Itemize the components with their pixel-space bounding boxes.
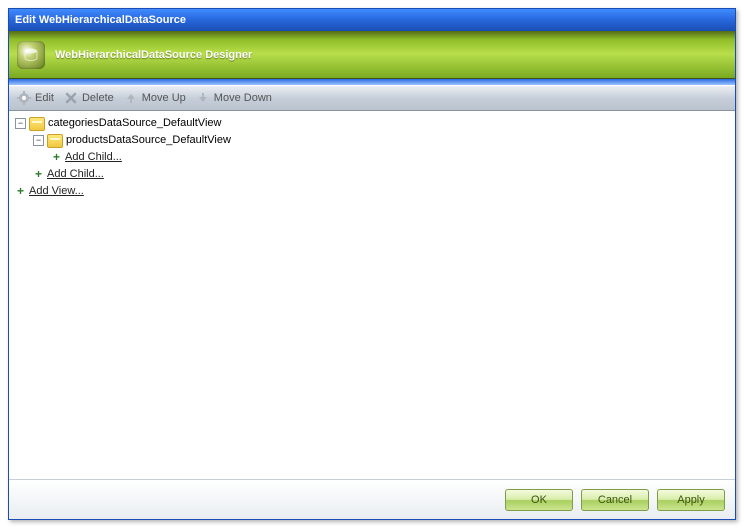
plus-icon: + <box>15 186 26 197</box>
datasource-icon <box>29 117 45 131</box>
tree-node-add-child[interactable]: + Add Child... <box>33 166 735 183</box>
edit-label: Edit <box>35 92 54 104</box>
banner-title: WebHierarchicalDataSource Designer <box>55 49 252 61</box>
datasource-banner-icon <box>17 41 45 69</box>
add-child-link[interactable]: Add Child... <box>47 166 104 183</box>
dialog-window: Edit WebHierarchicalDataSource WebHierar… <box>8 8 736 520</box>
expander-minus-icon[interactable]: − <box>15 118 26 129</box>
gear-icon <box>17 91 31 105</box>
node-label: productsDataSource_DefaultView <box>66 132 231 149</box>
move-up-label: Move Up <box>142 92 186 104</box>
delete-label: Delete <box>82 92 114 104</box>
arrow-up-icon <box>124 91 138 105</box>
node-label: categoriesDataSource_DefaultView <box>48 115 221 132</box>
delete-x-icon <box>64 91 78 105</box>
title-text: Edit WebHierarchicalDataSource <box>15 14 186 26</box>
plus-icon: + <box>33 169 44 180</box>
title-bar[interactable]: Edit WebHierarchicalDataSource <box>9 9 735 31</box>
apply-button[interactable]: Apply <box>657 489 725 511</box>
plus-icon: + <box>51 152 62 163</box>
dialog-footer: OK Cancel Apply <box>9 479 735 519</box>
tree-node-categories[interactable]: − categoriesDataSource_DefaultView − pro… <box>15 115 735 183</box>
move-down-button[interactable]: Move Down <box>196 91 272 105</box>
cancel-button[interactable]: Cancel <box>581 489 649 511</box>
edit-button[interactable]: Edit <box>17 91 54 105</box>
arrow-down-icon <box>196 91 210 105</box>
tree-panel: − categoriesDataSource_DefaultView − pro… <box>9 111 735 479</box>
tree-node-add-child[interactable]: + Add Child... <box>51 149 735 166</box>
datasource-icon <box>47 134 63 148</box>
expander-minus-icon[interactable]: − <box>33 135 44 146</box>
toolbar: Edit Delete Move Up Move Down <box>9 85 735 111</box>
add-child-link[interactable]: Add Child... <box>65 149 122 166</box>
move-up-button[interactable]: Move Up <box>124 91 186 105</box>
tree-node-add-view[interactable]: + Add View... <box>15 183 735 200</box>
tree-node-products[interactable]: − productsDataSource_DefaultView + Add C… <box>33 132 735 166</box>
move-down-label: Move Down <box>214 92 272 104</box>
add-view-link[interactable]: Add View... <box>29 183 84 200</box>
designer-banner: WebHierarchicalDataSource Designer <box>9 31 735 79</box>
delete-button[interactable]: Delete <box>64 91 114 105</box>
ok-button[interactable]: OK <box>505 489 573 511</box>
data-source-tree: − categoriesDataSource_DefaultView − pro… <box>13 115 735 200</box>
